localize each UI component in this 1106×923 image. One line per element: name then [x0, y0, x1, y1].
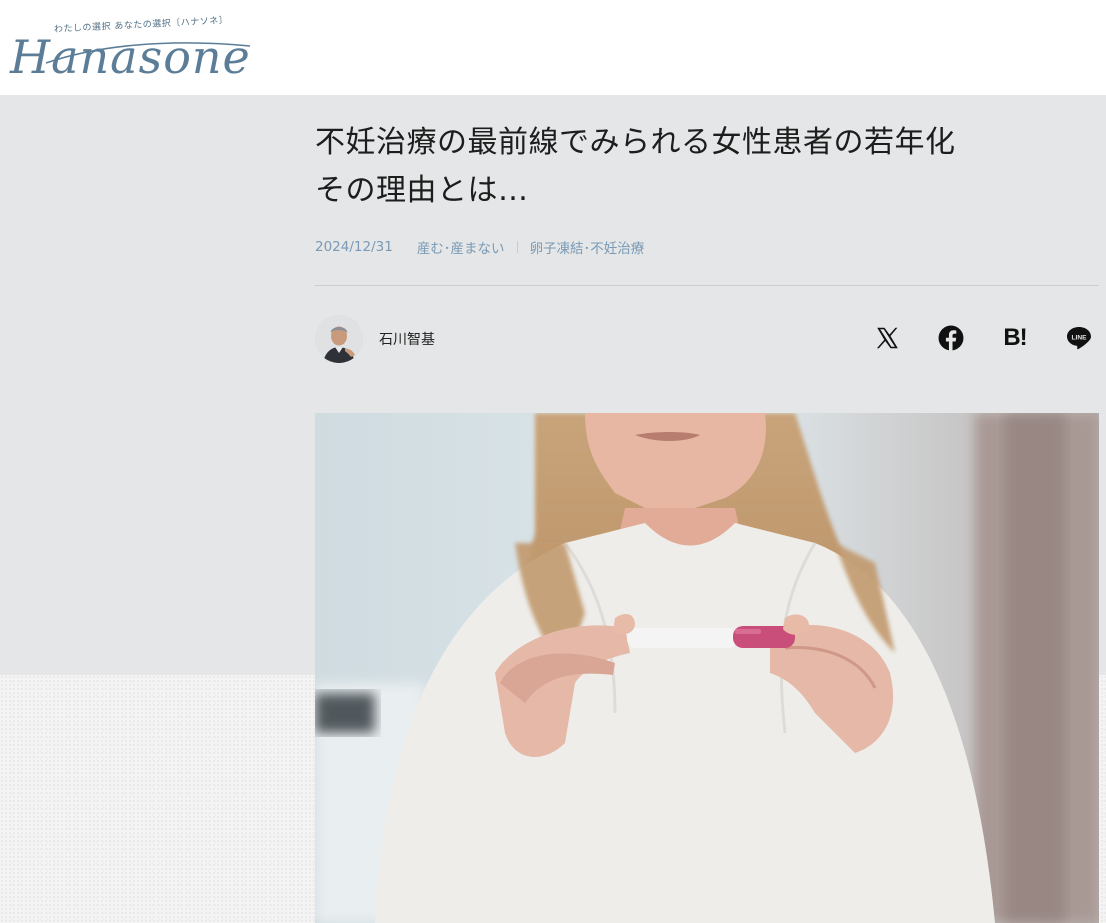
article-title: 不妊治療の最前線でみられる女性患者の若年化 その理由とは… [315, 119, 1099, 215]
site-header: わたしの選択 あなたの選択〔ハナソネ〕 Hanasone [0, 0, 1106, 95]
share-buttons: B! LINE [843, 318, 1099, 358]
category-link-birth[interactable]: 産む･産まない [417, 237, 505, 257]
line-icon-label: LINE [1071, 334, 1087, 341]
article-title-line-2: その理由とは… [315, 173, 529, 208]
article-meta: 2024/12/31 産む･産まない 卵子凍結･不妊治療 [315, 237, 1099, 257]
share-x-button[interactable] [867, 318, 907, 358]
hero-image [315, 413, 1099, 923]
publish-date: 2024/12/31 [315, 239, 393, 255]
category-divider [516, 241, 518, 253]
article-title-line-1: 不妊治療の最前線でみられる女性患者の若年化 [315, 125, 956, 160]
share-facebook-button[interactable] [931, 318, 971, 358]
line-icon: LINE [1067, 327, 1091, 350]
facebook-icon [938, 325, 964, 351]
x-icon [876, 327, 898, 349]
author-avatar[interactable] [315, 315, 363, 363]
author-row: 石川智基 B! LINE [315, 314, 1099, 364]
hatena-icon: B! [1003, 324, 1027, 351]
logo-wordmark: Hanasone [10, 30, 251, 84]
author-name[interactable]: 石川智基 [379, 329, 435, 349]
share-line-button[interactable]: LINE [1059, 318, 1099, 358]
category-link-fertility[interactable]: 卵子凍結･不妊治療 [530, 237, 645, 257]
avatar-image [315, 315, 363, 363]
hero-photo-pregnancy-test [315, 413, 1099, 923]
page: わたしの選択 あなたの選択〔ハナソネ〕 Hanasone 不妊治療の最前線でみら… [0, 0, 1106, 923]
share-hatena-button[interactable]: B! [995, 318, 1035, 358]
site-logo[interactable]: わたしの選択 あなたの選択〔ハナソネ〕 Hanasone [6, 10, 251, 80]
divider [315, 285, 1099, 286]
article-header: 不妊治療の最前線でみられる女性患者の若年化 その理由とは… 2024/12/31… [315, 95, 1099, 364]
